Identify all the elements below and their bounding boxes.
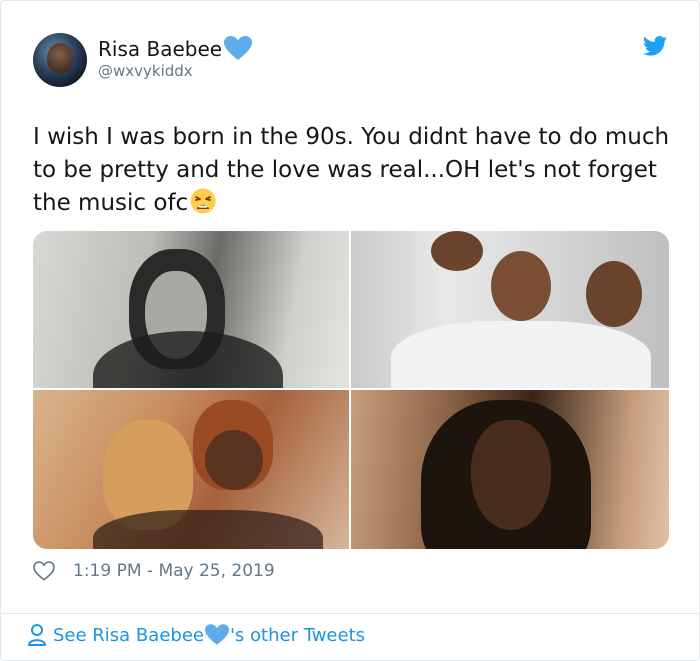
tweet-photo-4[interactable] <box>351 390 669 549</box>
user-handle[interactable]: @wxvykiddx <box>98 62 193 80</box>
tweet-timestamp[interactable]: 1:19 PM - May 25, 2019 <box>73 561 275 581</box>
blue-heart-icon <box>204 624 229 645</box>
display-name[interactable]: Risa Baebee <box>98 36 253 61</box>
tweet-meta: 1:19 PM - May 25, 2019 <box>33 561 275 581</box>
heart-outline-icon[interactable] <box>33 561 55 581</box>
display-name-text: Risa Baebee <box>98 36 223 61</box>
blue-heart-icon <box>224 36 253 60</box>
avatar[interactable] <box>33 33 87 87</box>
tweet-photo-1[interactable] <box>33 231 349 388</box>
person-icon <box>28 624 46 646</box>
divider <box>1 613 699 614</box>
tweet-photo-2[interactable] <box>351 231 669 388</box>
see-other-tweets-prefix: See Risa Baebee <box>53 624 204 646</box>
see-other-tweets-link[interactable]: See Risa Baebee 's other Tweets <box>27 623 365 647</box>
weary-face-icon <box>190 188 216 214</box>
tweet-card: Risa Baebee @wxvykiddx I wish I was born… <box>0 0 700 661</box>
tweet-photo-3[interactable] <box>33 390 349 549</box>
see-other-tweets-suffix: 's other Tweets <box>229 624 366 646</box>
tweet-text-body: I wish I was born in the 90s. You didnt … <box>33 124 670 216</box>
twitter-bird-icon[interactable] <box>643 35 667 57</box>
tweet-text: I wish I was born in the 90s. You didnt … <box>33 121 673 220</box>
photo-grid <box>33 231 669 549</box>
